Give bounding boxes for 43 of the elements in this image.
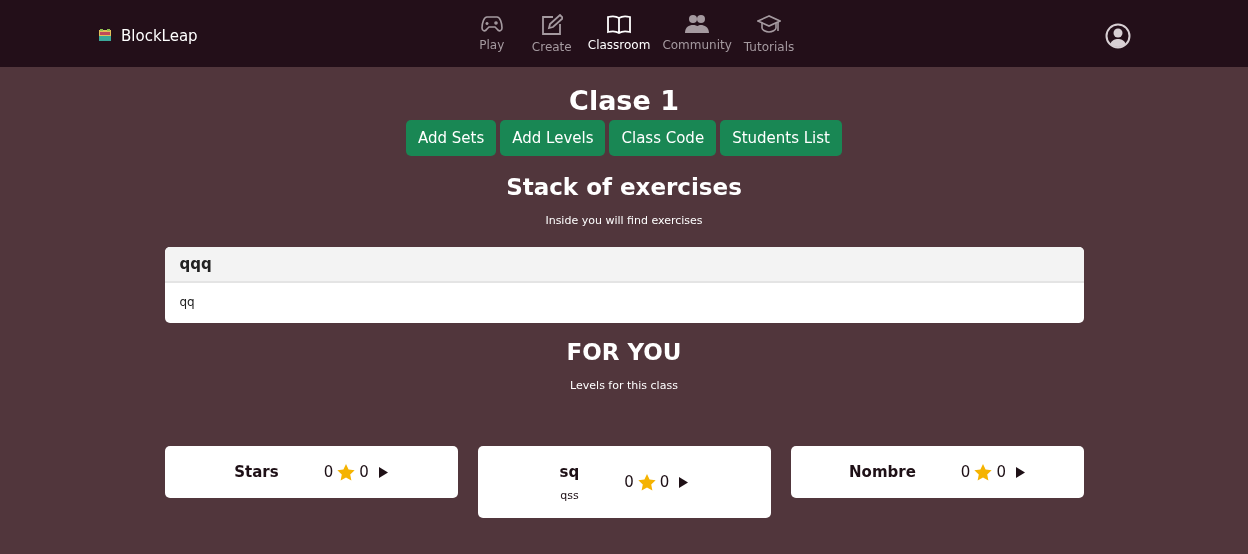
rating-value: 0 (624, 473, 634, 491)
play-icon[interactable] (1015, 466, 1025, 478)
star-icon (974, 463, 993, 481)
brand-name[interactable]: BlockLeap (121, 27, 198, 45)
nav-tab[interactable]: Create (522, 13, 581, 54)
rating-value: 0 (323, 463, 334, 481)
gamepad-icon (480, 13, 503, 34)
level-card[interactable]: Stars 0 0 (164, 446, 458, 498)
section-title: FOR YOU (566, 339, 682, 365)
graduation-cap-icon (757, 13, 782, 36)
star-icon (637, 473, 656, 491)
nav-tab[interactable]: Tutorials (738, 13, 800, 54)
set-title: qqq (179, 255, 212, 273)
play-count: 0 (659, 473, 670, 491)
play-icon[interactable] (679, 476, 689, 488)
level-name: Nombre (849, 463, 916, 481)
level-name: sq (559, 462, 580, 481)
class-title: Clase 1 (569, 85, 679, 116)
nav-tab[interactable]: Classroom (582, 13, 656, 54)
people-icon (685, 13, 710, 34)
nav-tab[interactable]: Community (657, 13, 737, 54)
set-description: qq (179, 295, 195, 309)
action-button[interactable]: Add Sets (406, 120, 497, 156)
play-icon[interactable] (378, 466, 388, 478)
pencil-square-icon (540, 13, 563, 36)
play-count: 0 (359, 463, 369, 481)
user-avatar-icon[interactable] (1105, 23, 1131, 49)
action-button[interactable]: Students List (720, 120, 842, 156)
action-button[interactable]: Class Code (609, 120, 717, 156)
action-button[interactable]: Add Levels (500, 120, 606, 156)
play-count: 0 (996, 463, 1006, 481)
level-description: qss (560, 488, 579, 502)
level-card[interactable]: sq qss 0 0 (477, 446, 771, 518)
section-subtitle: Inside you will find exercises (545, 214, 703, 227)
section-subtitle: Levels for this class (570, 379, 678, 392)
level-card[interactable]: Nombre 0 0 (790, 446, 1084, 498)
level-name: Stars (234, 463, 279, 481)
star-icon (337, 463, 356, 481)
nav-tab[interactable]: Play (462, 13, 521, 54)
section-title: Stack of exercises (506, 174, 742, 200)
rating-value: 0 (960, 463, 971, 481)
open-book-icon (607, 13, 632, 34)
set-card[interactable]: qqq qq (164, 247, 1084, 323)
